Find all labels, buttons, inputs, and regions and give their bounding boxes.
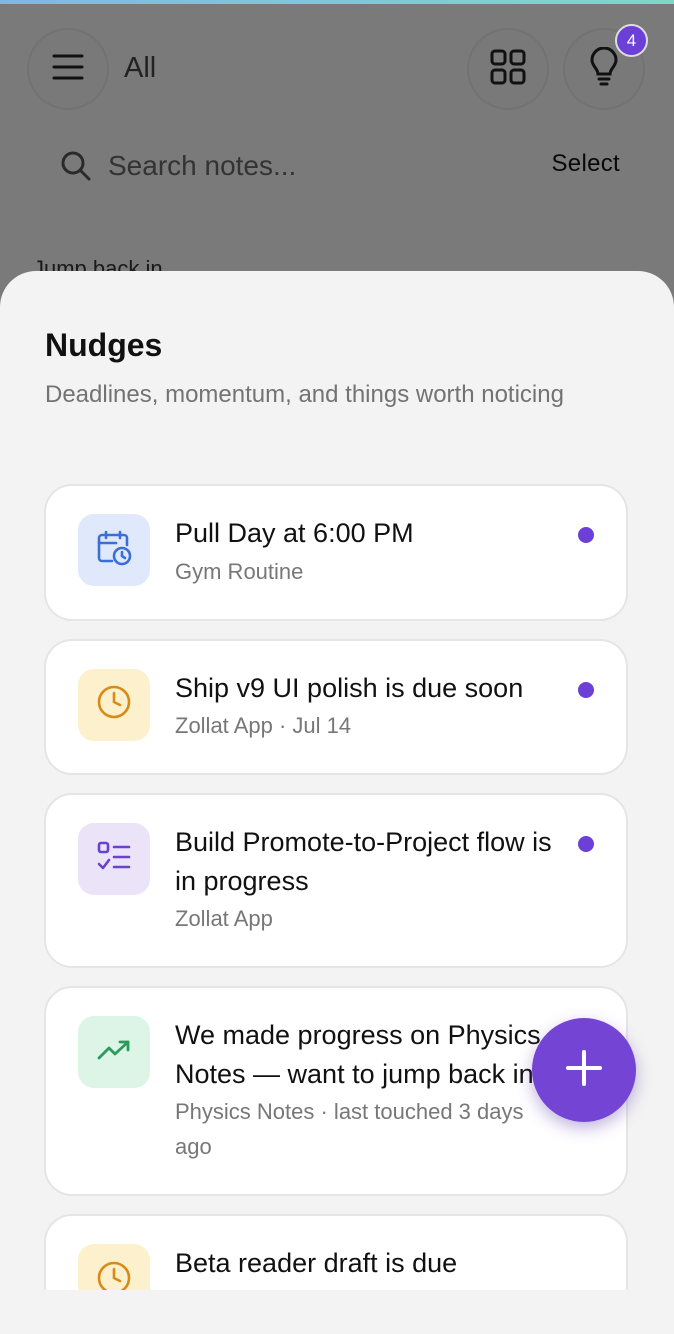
nudge-title: Beta reader draft is due [175,1248,458,1278]
add-note-button[interactable] [532,1018,636,1122]
nudge-icon-box [78,823,150,895]
nudge-card[interactable]: Pull Day at 6:00 PM Gym Routine [44,484,628,621]
notification-badge: 4 [615,24,648,57]
sheet-title: Nudges [45,327,163,363]
calendar-clock-icon [96,530,132,571]
nudge-title: Pull Day at 6:00 PM [175,518,414,548]
unread-dot [578,681,594,698]
unread-dot [578,836,594,852]
top-accent-bar [0,0,674,4]
nudge-icon-box [78,668,150,741]
nudges-sheet: Nudges Deadlines, momentum, and things w… [0,271,674,1334]
nudge-icon-box [78,514,150,586]
nudge-meta: Physics Notes · last touched 3 days ago [175,1099,524,1159]
nudge-title: Build Promote-to-Project flow is in prog… [175,827,552,896]
nudge-card[interactable]: Ship v9 UI polish is due soon Zollat App… [44,638,628,775]
sheet-subtitle: Deadlines, momentum, and things worth no… [45,381,564,408]
plus-icon [564,1048,604,1093]
bottom-safe-area [0,1290,674,1334]
nudge-title: We made progress on Physics Notes — want… [175,1020,549,1089]
trending-up-icon [96,1032,132,1073]
nudge-card[interactable]: Build Promote-to-Project flow is in prog… [44,793,628,968]
nudge-title: Ship v9 UI polish is due soon [175,672,524,703]
nudge-meta: Zollat App · Jul 14 [175,713,352,738]
nudge-list: Pull Day at 6:00 PM Gym Routine Ship v9 … [44,484,628,1334]
unread-dot [578,527,594,543]
nudge-icon-box [78,1016,150,1088]
clock-icon [96,684,132,725]
nudge-meta: Gym Routine [175,558,304,584]
nudge-meta: Zollat App [175,906,273,931]
checklist-icon [96,839,132,880]
